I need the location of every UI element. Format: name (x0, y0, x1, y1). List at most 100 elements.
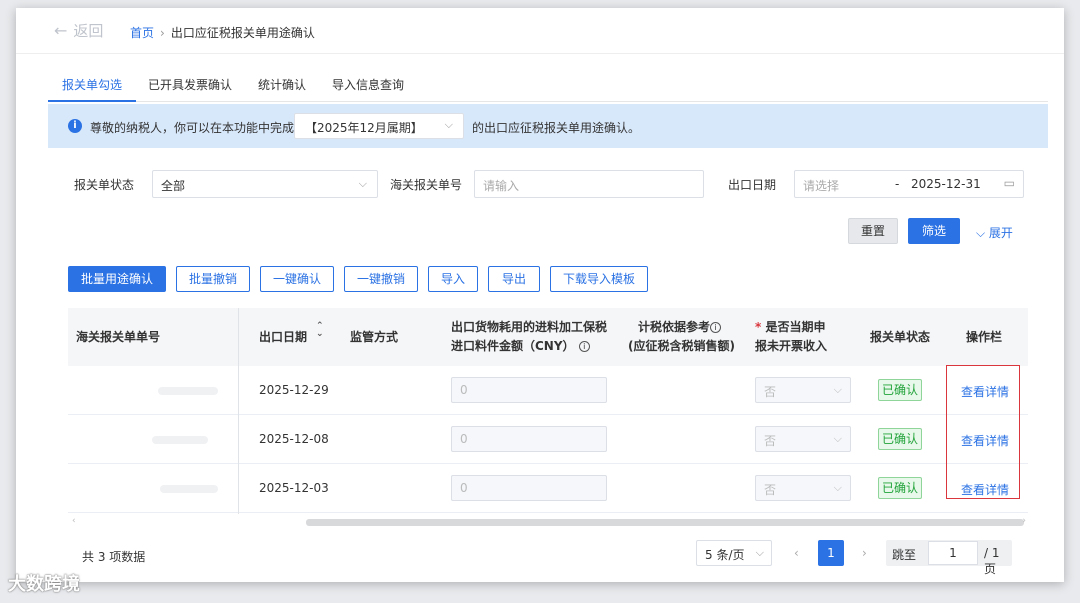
amount-input: 0 (451, 475, 607, 501)
total-count: 共 3 项数据 (82, 550, 146, 564)
breadcrumb: 首页 › 出口应征税报关单用途确认 (130, 24, 315, 41)
invoice-select: 否 ⌵ (755, 475, 851, 501)
download-template-button[interactable]: 下载导入模板 (550, 266, 648, 292)
watermark-logo: 大数跨境 (8, 570, 80, 596)
redacted-customs-no (160, 485, 218, 493)
export-button[interactable]: 导出 (488, 266, 540, 292)
main-content: 报关单勾选 已开具发票确认 统计确认 导入信息查询 i 尊敬的纳税人，你可以在本… (48, 62, 1048, 582)
row-export-date: 2025-12-29 (259, 383, 329, 397)
active-tab-indicator (48, 100, 136, 102)
filter-button[interactable]: 筛选 (908, 218, 960, 244)
header-ops: 操作栏 (966, 330, 1003, 344)
row-export-date: 2025-12-03 (259, 481, 329, 495)
batch-revoke-button[interactable]: 批量撤销 (176, 266, 250, 292)
header-tax-ref-1: 计税依据参考 i (638, 318, 722, 336)
redacted-customs-no (152, 436, 208, 444)
total-pages: / 1 页 (984, 546, 1000, 576)
page-size-select[interactable]: 5 条/页 ⌵ (696, 540, 772, 566)
next-page-button[interactable]: › (862, 546, 867, 560)
info-icon[interactable]: i (710, 322, 722, 333)
page-jumper: 跳至 1 / 1 页 (886, 540, 1012, 576)
amount-value: 0 (460, 481, 468, 495)
calendar-icon: ▭ (1003, 176, 1015, 190)
customs-no-input[interactable]: 请输入 (474, 170, 704, 198)
jump-input[interactable]: 1 (928, 541, 978, 565)
export-date-start: 请选择 (803, 179, 840, 193)
header-export-date: 出口日期 (259, 330, 308, 344)
invoice-select: 否 ⌵ (755, 377, 851, 403)
jump-label: 跳至 (892, 548, 917, 562)
one-click-confirm-button[interactable]: 一键确认 (260, 266, 334, 292)
top-bar: ← 返回 首页 › 出口应征税报关单用途确认 (16, 8, 1064, 54)
highlight-box (946, 365, 1020, 499)
import-button[interactable]: 导入 (428, 266, 478, 292)
notice-suffix: 的出口应征税报关单用途确认。 (472, 121, 641, 135)
date-separator: - (895, 177, 900, 191)
header-status: 报关单状态 (870, 330, 931, 344)
header-invoice-1-text: 是否当期申 (765, 320, 826, 334)
header-material-amount-2: 进口料件金额（CNY） i (451, 337, 590, 355)
watermark-text: 大数跨境 (8, 574, 80, 595)
scroll-right-icon[interactable]: › (1022, 516, 1026, 526)
info-icon: i (68, 119, 82, 133)
sort-icon[interactable]: ⌃ ⌄ (316, 322, 324, 339)
amount-input: 0 (451, 377, 607, 403)
expand-button[interactable]: ⌵ 展开 (976, 224, 1013, 241)
header-customs-no: 海关报关单单号 (76, 330, 161, 344)
customs-no-placeholder: 请输入 (483, 179, 520, 193)
info-icon[interactable]: i (578, 341, 590, 352)
period-value: 【2025年12月属期】 (305, 121, 423, 135)
invoice-value: 否 (764, 483, 777, 497)
tab-invoiced-confirm[interactable]: 已开具发票确认 (148, 76, 232, 93)
table-row: 2025-12-03 0 否 ⌵ 已确认 查看详情 (68, 464, 1028, 513)
table-row: 2025-12-08 0 否 ⌵ 已确认 查看详情 (68, 415, 1028, 464)
reset-button[interactable]: 重置 (848, 218, 898, 244)
period-select[interactable]: 【2025年12月属期】 ⌵ (294, 113, 464, 139)
header-invoice-1: * 是否当期申 (755, 318, 825, 336)
status-filter-select[interactable]: 全部 ⌵ (152, 170, 378, 198)
page-1-button[interactable]: 1 (818, 540, 844, 566)
customs-no-label: 海关报关单号 (390, 178, 463, 192)
row-export-date: 2025-12-08 (259, 432, 329, 446)
app-window: ← 返回 首页 › 出口应征税报关单用途确认 报关单勾选 已开具发票确认 统计确认 导… (16, 8, 1064, 582)
export-date-end: 2025-12-31 (911, 177, 981, 191)
breadcrumb-current: 出口应征税报关单用途确认 (170, 26, 315, 40)
horizontal-scrollbar[interactable]: ‹ › (68, 516, 1028, 528)
tab-import-query[interactable]: 导入信息查询 (332, 76, 404, 93)
amount-value: 0 (460, 432, 468, 446)
notice-banner: i 尊敬的纳税人，你可以在本功能中完成 【2025年12月属期】 ⌵ 的出口应征税… (48, 104, 1048, 148)
back-button[interactable]: ← 返回 (54, 20, 103, 41)
batch-confirm-button[interactable]: 批量用途确认 (68, 266, 166, 292)
invoice-value: 否 (764, 385, 777, 399)
tab-stat-confirm[interactable]: 统计确认 (258, 76, 306, 93)
chevron-down-icon: ⌵ (358, 177, 367, 190)
header-material-amount-2-text: 进口料件金额（CNY） (451, 339, 575, 353)
chevron-down-icon: ⌵ (833, 481, 842, 494)
tab-bar: 报关单勾选 已开具发票确认 统计确认 导入信息查询 (48, 62, 1048, 102)
amount-input: 0 (451, 426, 607, 452)
header-supervision: 监管方式 (350, 330, 399, 344)
chevron-down-icon: ⌵ (755, 546, 764, 559)
required-mark: * (755, 320, 762, 334)
status-filter-value: 全部 (161, 179, 186, 193)
status-badge: 已确认 (878, 477, 922, 499)
status-badge: 已确认 (878, 379, 922, 401)
export-date-range[interactable]: 请选择 - 2025-12-31 ▭ (794, 170, 1024, 198)
header-invoice-2: 报未开票收入 (755, 339, 828, 353)
one-click-revoke-button[interactable]: 一键撤销 (344, 266, 418, 292)
scrollbar-thumb[interactable] (306, 519, 1024, 526)
chevron-down-icon: ⌵ (976, 226, 989, 240)
page-size-value: 5 条/页 (705, 548, 745, 562)
status-filter-label: 报关单状态 (74, 178, 135, 192)
tab-declaration-select[interactable]: 报关单勾选 (62, 76, 122, 93)
header-tax-ref-2: (应征税含税销售额) (628, 339, 735, 353)
status-badge: 已确认 (878, 428, 922, 450)
scroll-left-icon[interactable]: ‹ (72, 516, 76, 526)
export-date-label: 出口日期 (728, 178, 777, 192)
table-header: 海关报关单单号 出口日期 ⌃ ⌄ 监管方式 出口货物耗用的进料加工保税 进口料件金… (68, 308, 1028, 366)
breadcrumb-home[interactable]: 首页 (130, 26, 154, 40)
prev-page-button[interactable]: ‹ (794, 546, 799, 560)
header-material-amount-1: 出口货物耗用的进料加工保税 (451, 320, 608, 334)
breadcrumb-separator: › (160, 26, 165, 40)
chevron-down-icon: ⌵ (444, 118, 453, 131)
